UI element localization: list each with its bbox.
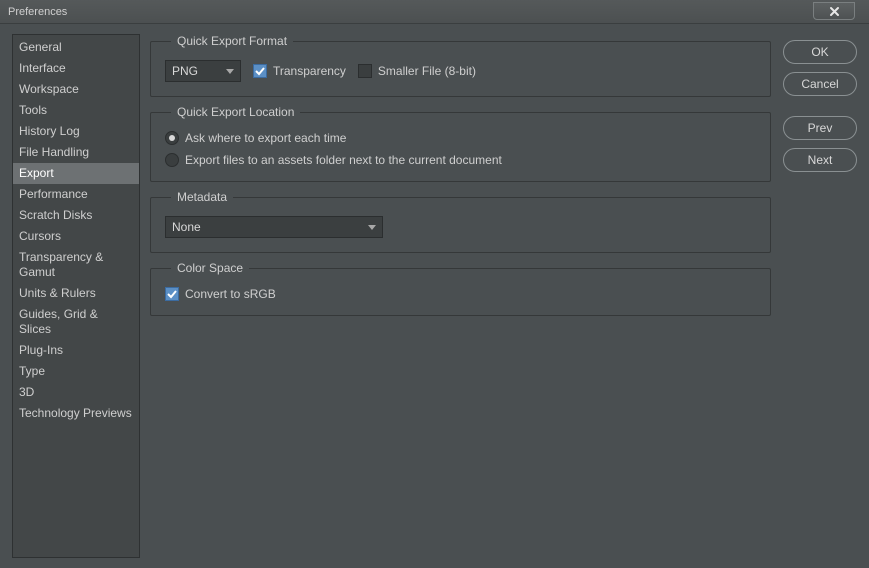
cancel-button[interactable]: Cancel (783, 72, 857, 96)
transparency-label: Transparency (273, 64, 346, 78)
sidebar-item-cursors[interactable]: Cursors (13, 226, 139, 247)
metadata-select[interactable]: None (165, 216, 383, 238)
radio-ask-label: Ask where to export each time (185, 131, 346, 145)
side-buttons: OK Cancel Prev Next (783, 34, 857, 558)
prev-button[interactable]: Prev (783, 116, 857, 140)
chevron-down-icon (226, 69, 234, 74)
sidebar-item-file-handling[interactable]: File Handling (13, 142, 139, 163)
convert-srgb-checkbox[interactable]: Convert to sRGB (165, 287, 276, 301)
group-legend-colorspace: Color Space (171, 261, 249, 275)
next-button[interactable]: Next (783, 148, 857, 172)
format-select-value: PNG (172, 64, 198, 78)
group-legend-format: Quick Export Format (171, 34, 293, 48)
smaller-file-label: Smaller File (8-bit) (378, 64, 476, 78)
close-button[interactable] (813, 2, 855, 20)
sidebar-item-interface[interactable]: Interface (13, 58, 139, 79)
group-quick-export-format: Quick Export Format PNG Transparency Sma… (150, 34, 771, 97)
check-icon (167, 289, 177, 299)
group-legend-metadata: Metadata (171, 190, 233, 204)
sidebar-item-export[interactable]: Export (13, 163, 139, 184)
ok-button[interactable]: OK (783, 40, 857, 64)
chevron-down-icon (368, 225, 376, 230)
format-select[interactable]: PNG (165, 60, 241, 82)
radio-ask-each-time[interactable]: Ask where to export each time (165, 131, 346, 145)
radio-assets-label: Export files to an assets folder next to… (185, 153, 502, 167)
content-panel: Quick Export Format PNG Transparency Sma… (150, 34, 771, 558)
group-metadata: Metadata None (150, 190, 771, 253)
check-icon (255, 66, 265, 76)
group-quick-export-location: Quick Export Location Ask where to expor… (150, 105, 771, 182)
sidebar-item-type[interactable]: Type (13, 361, 139, 382)
sidebar-item-units-rulers[interactable]: Units & Rulers (13, 283, 139, 304)
group-color-space: Color Space Convert to sRGB (150, 261, 771, 316)
sidebar-item-technology-previews[interactable]: Technology Previews (13, 403, 139, 424)
radio-assets-folder[interactable]: Export files to an assets folder next to… (165, 153, 502, 167)
smaller-file-checkbox[interactable]: Smaller File (8-bit) (358, 64, 476, 78)
sidebar-item-tools[interactable]: Tools (13, 100, 139, 121)
main-area: Quick Export Format PNG Transparency Sma… (150, 34, 857, 558)
window-body: General Interface Workspace Tools Histor… (0, 24, 869, 568)
sidebar-item-general[interactable]: General (13, 37, 139, 58)
close-icon (829, 6, 840, 17)
preferences-sidebar: General Interface Workspace Tools Histor… (12, 34, 140, 558)
sidebar-item-history-log[interactable]: History Log (13, 121, 139, 142)
sidebar-item-transparency-gamut[interactable]: Transparency & Gamut (13, 247, 139, 283)
metadata-select-value: None (172, 220, 201, 234)
convert-srgb-label: Convert to sRGB (185, 287, 276, 301)
sidebar-item-performance[interactable]: Performance (13, 184, 139, 205)
sidebar-item-3d[interactable]: 3D (13, 382, 139, 403)
group-legend-location: Quick Export Location (171, 105, 300, 119)
sidebar-item-scratch-disks[interactable]: Scratch Disks (13, 205, 139, 226)
sidebar-item-plug-ins[interactable]: Plug-Ins (13, 340, 139, 361)
titlebar: Preferences (0, 0, 869, 24)
transparency-checkbox[interactable]: Transparency (253, 64, 346, 78)
window-title: Preferences (0, 6, 67, 18)
sidebar-item-workspace[interactable]: Workspace (13, 79, 139, 100)
sidebar-item-guides-grid-slices[interactable]: Guides, Grid & Slices (13, 304, 139, 340)
